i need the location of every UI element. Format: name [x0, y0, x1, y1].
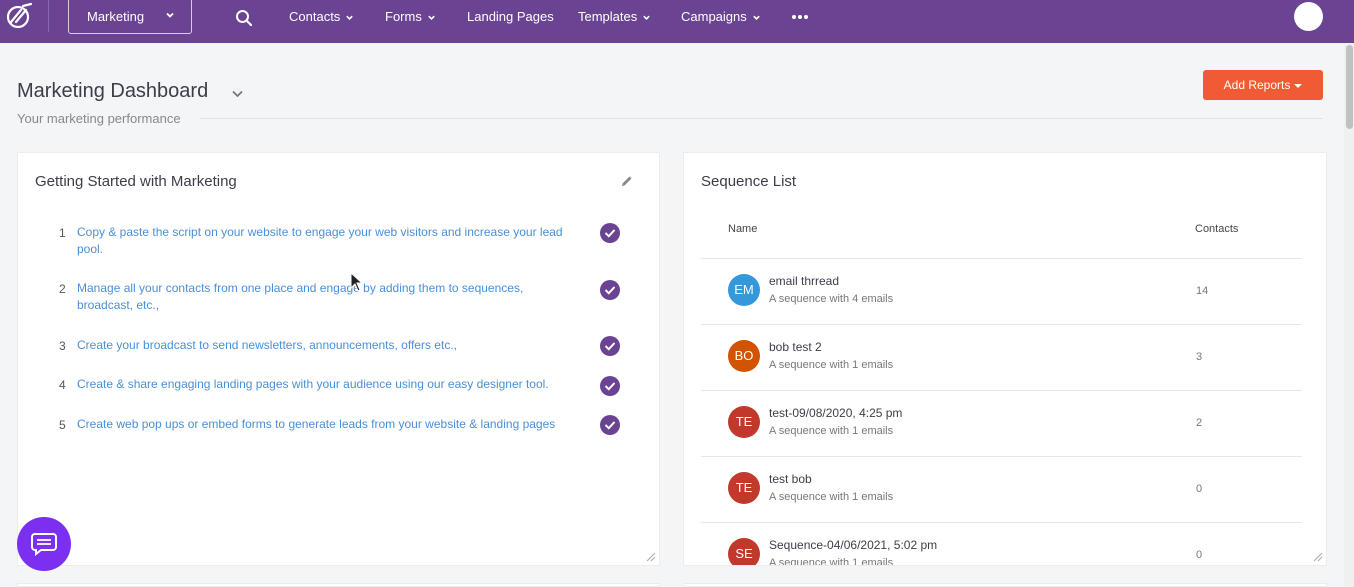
chevron-down-icon	[752, 15, 760, 21]
sequence-avatar: SE	[728, 538, 760, 565]
sequence-name[interactable]: email thrread	[769, 274, 839, 288]
row-divider	[701, 456, 1302, 457]
step-link[interactable]: Create web pop ups or embed forms to gen…	[77, 416, 577, 433]
logo-divider	[48, 0, 49, 32]
column-header-contacts[interactable]: Contacts	[1195, 223, 1238, 235]
sequence-description: A sequence with 1 emails	[769, 425, 894, 437]
add-reports-label: Add Reports	[1223, 78, 1291, 92]
chevron-down-icon	[166, 12, 174, 18]
sequence-contacts: 0	[1196, 549, 1203, 561]
app-selector-label: Marketing	[87, 9, 145, 24]
nav-forms-label: Forms	[385, 9, 422, 24]
nav-templates[interactable]: Templates	[578, 9, 651, 24]
step-number: 2	[59, 282, 66, 296]
sequence-name[interactable]: bob test 2	[769, 340, 822, 354]
caret-down-icon	[1294, 83, 1303, 88]
sequence-contacts: 3	[1196, 351, 1203, 363]
pencil-icon[interactable]	[620, 174, 634, 188]
row-divider	[701, 522, 1302, 523]
avatar-initials: BO	[734, 348, 754, 363]
sequence-contacts: 2	[1196, 417, 1203, 429]
nav-campaigns-label: Campaigns	[681, 9, 747, 24]
resize-handle-icon[interactable]	[644, 550, 656, 562]
column-header-name[interactable]: Name	[728, 223, 757, 235]
sequence-contacts: 14	[1196, 285, 1209, 297]
check-circle-icon	[600, 223, 620, 243]
chevron-down-icon	[346, 15, 354, 21]
nav-campaigns[interactable]: Campaigns	[681, 9, 761, 24]
chevron-down-icon[interactable]	[231, 87, 244, 100]
page-scrollbar-thumb[interactable]	[1346, 45, 1353, 129]
row-divider	[701, 324, 1302, 325]
logo-icon[interactable]	[5, 2, 33, 30]
step-link[interactable]: Create your broadcast to send newsletter…	[77, 337, 577, 354]
sequence-avatar: EM	[728, 274, 760, 306]
chevron-down-icon	[643, 15, 651, 21]
page-subtitle: Your marketing performance	[17, 111, 181, 126]
avatar-initials: TE	[735, 414, 753, 429]
step-link[interactable]: Manage all your contacts from one place …	[77, 280, 577, 314]
top-navbar: Marketing Contacts Forms Landing Pages T…	[0, 0, 1354, 43]
check-circle-icon	[600, 336, 620, 356]
row-divider	[701, 258, 1302, 259]
step-number: 5	[59, 418, 66, 432]
sequence-list-card: Sequence List Name Contacts EM email thr…	[683, 152, 1327, 566]
avatar-initials: SE	[735, 546, 753, 561]
check-circle-icon	[600, 376, 620, 396]
check-circle-icon	[600, 280, 620, 300]
step-number: 1	[59, 226, 66, 240]
nav-landing-pages-label: Landing Pages	[467, 9, 554, 24]
chat-icon	[31, 533, 57, 556]
sequence-name[interactable]: Sequence-04/06/2021, 5:02 pm	[769, 538, 937, 552]
avatar-initials: EM	[734, 282, 754, 297]
sequence-avatar: TE	[728, 406, 760, 438]
header-divider	[200, 118, 1323, 119]
next-card-right	[683, 583, 1327, 587]
mouse-cursor-icon	[350, 272, 364, 292]
avatar-initials: TE	[735, 480, 753, 495]
sequence-avatar: TE	[728, 472, 760, 504]
getting-started-title: Getting Started with Marketing	[35, 173, 237, 190]
sequence-description: A sequence with 1 emails	[769, 491, 894, 503]
nav-forms[interactable]: Forms	[385, 9, 436, 24]
nav-landing-pages[interactable]: Landing Pages	[467, 9, 554, 24]
search-icon[interactable]	[235, 9, 253, 27]
resize-handle-icon[interactable]	[1311, 550, 1323, 562]
step-link[interactable]: Create & share engaging landing pages wi…	[77, 376, 577, 393]
user-avatar[interactable]	[1294, 2, 1323, 31]
sequence-description: A sequence with 4 emails	[769, 293, 894, 305]
getting-started-card: Getting Started with Marketing 1 Copy & …	[17, 152, 660, 566]
sequence-list-title: Sequence List	[701, 173, 797, 190]
nav-templates-label: Templates	[578, 9, 638, 24]
sequence-description: A sequence with 1 emails	[769, 359, 894, 371]
check-circle-icon	[600, 415, 620, 435]
next-card-left	[17, 583, 660, 587]
chevron-down-icon	[428, 15, 435, 21]
sequence-name[interactable]: test-09/08/2020, 4:25 pm	[769, 406, 902, 420]
nav-contacts[interactable]: Contacts	[289, 9, 354, 24]
step-number: 4	[59, 378, 66, 392]
step-number: 3	[59, 339, 66, 353]
step-link[interactable]: Copy & paste the script on your website …	[77, 224, 577, 258]
sequence-description: A sequence with 1 emails	[769, 557, 894, 566]
sequence-contacts: 0	[1196, 483, 1203, 495]
sequence-name[interactable]: test bob	[769, 472, 812, 486]
chat-button[interactable]	[17, 517, 71, 571]
sequence-avatar: BO	[728, 340, 760, 372]
row-divider	[701, 390, 1302, 391]
more-icon[interactable]	[791, 10, 809, 24]
app-selector[interactable]: Marketing	[68, 0, 192, 34]
nav-contacts-label: Contacts	[289, 9, 341, 24]
add-reports-button[interactable]: Add Reports	[1203, 70, 1323, 100]
page-title: Marketing Dashboard	[17, 80, 209, 102]
